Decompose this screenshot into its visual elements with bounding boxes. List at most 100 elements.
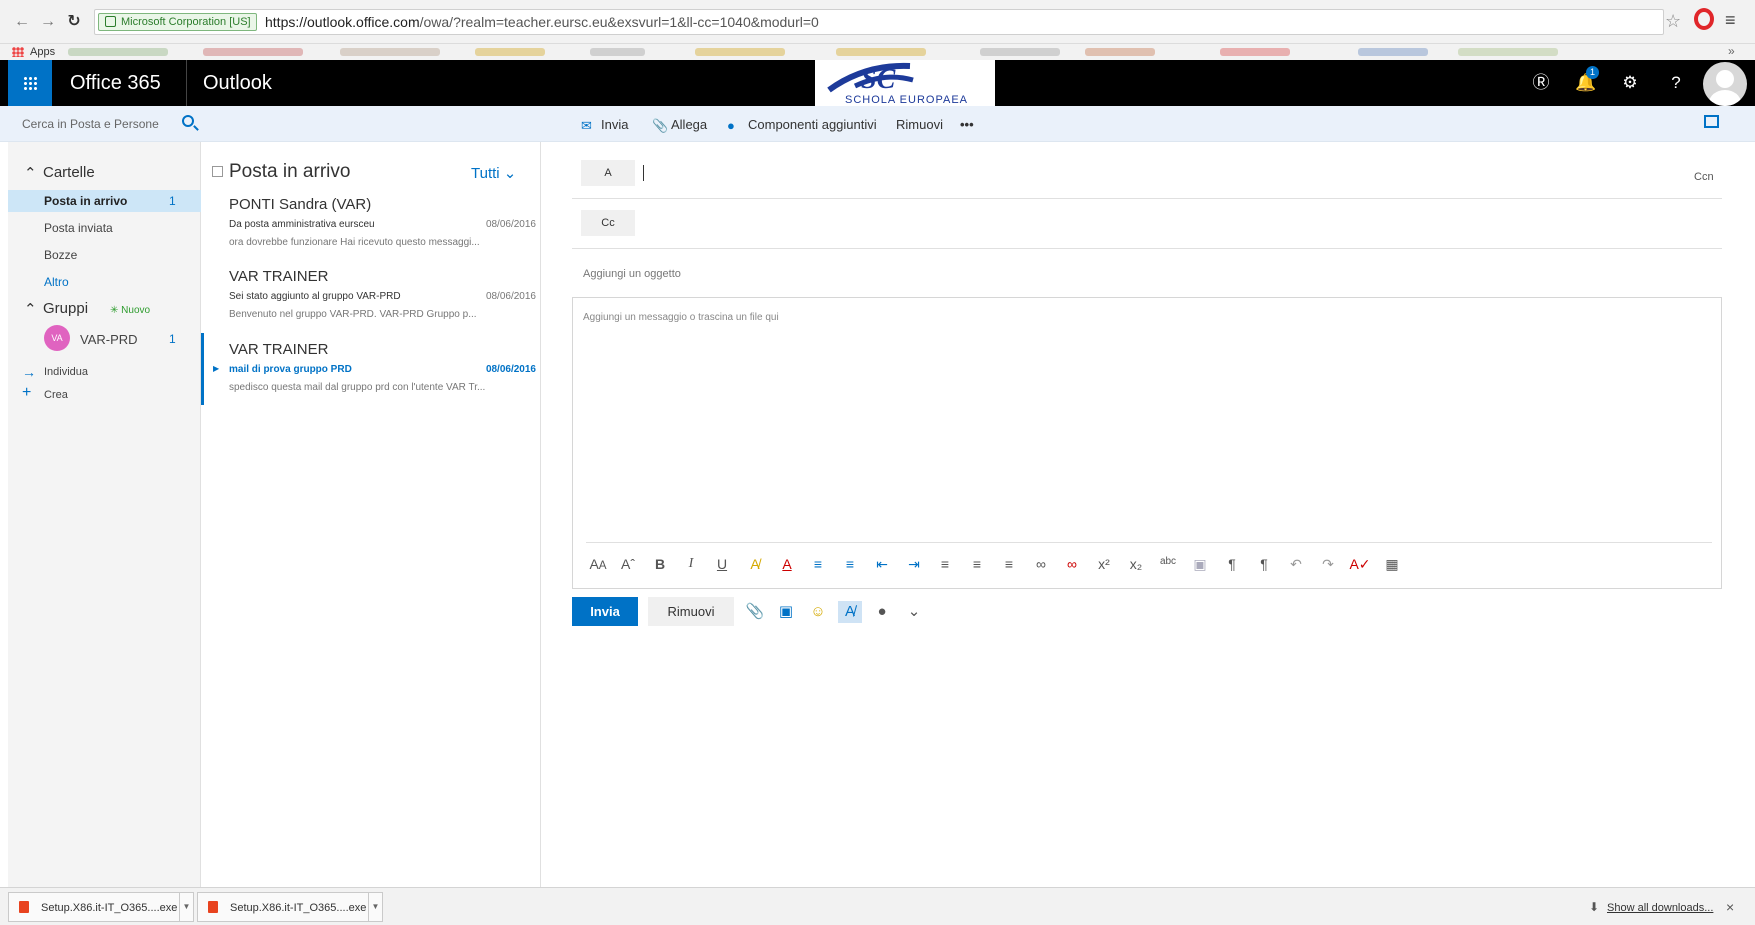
apps-icon[interactable] — [12, 47, 24, 57]
bookmark[interactable] — [340, 48, 440, 56]
ltr-icon[interactable]: ¶ — [1220, 556, 1244, 572]
align-center-icon[interactable]: ≡ — [965, 556, 989, 572]
url-text[interactable]: https://outlook.office.com/owa/?realm=te… — [265, 14, 819, 30]
bookmark[interactable] — [1220, 48, 1290, 56]
bookmark[interactable] — [1358, 48, 1428, 56]
format-toggle-icon[interactable]: A̸ — [838, 601, 862, 623]
align-left-icon[interactable]: ≡ — [933, 556, 957, 572]
reload-icon[interactable]: ↻ — [64, 12, 84, 32]
addins-command[interactable]: Componenti aggiuntivi — [748, 117, 877, 132]
message-sender[interactable]: VAR TRAINER — [229, 341, 328, 358]
italic-icon[interactable]: I — [679, 556, 703, 572]
grow-font-icon[interactable]: Aˆ — [616, 556, 640, 572]
subject-input[interactable]: Aggiungi un oggetto — [583, 268, 681, 280]
opera-icon[interactable] — [1694, 8, 1714, 30]
address-bar[interactable]: Microsoft Corporation [US] https://outlo… — [94, 9, 1664, 35]
folder-label[interactable]: Posta in arrivo — [44, 194, 127, 208]
search-box[interactable]: Cerca in Posta e Persone — [8, 106, 201, 142]
skype-icon[interactable]: Ⓡ — [1527, 70, 1555, 96]
secure-badge[interactable]: Microsoft Corporation [US] — [98, 13, 257, 31]
subscript-icon[interactable]: x₂ — [1124, 556, 1148, 572]
app-launcher-button[interactable] — [8, 60, 52, 106]
menu-icon[interactable]: ≡ — [1725, 10, 1736, 31]
bookmarks-overflow[interactable]: » — [1728, 44, 1735, 58]
message-subject[interactable]: mail di prova gruppo PRD — [229, 364, 352, 375]
link-icon[interactable]: ∞ — [1029, 556, 1053, 572]
highlight-icon[interactable]: A̸ — [743, 556, 767, 572]
chevron-down-icon[interactable]: ▼ — [179, 893, 193, 921]
expand-thread-icon[interactable]: ▶ — [213, 364, 219, 373]
back-icon[interactable]: ← — [12, 12, 32, 32]
send-command[interactable]: Invia — [601, 117, 628, 132]
bookmark[interactable] — [203, 48, 303, 56]
numbering-icon[interactable]: ≡ — [838, 556, 862, 572]
font-size-icon[interactable]: AA — [586, 556, 610, 572]
chevron-up-icon[interactable]: ⌃ — [24, 300, 37, 318]
chevron-down-icon[interactable]: ⌄ — [902, 601, 926, 623]
picture-icon[interactable]: ▣ — [774, 601, 798, 623]
bookmark[interactable] — [980, 48, 1060, 56]
message-body[interactable]: Aggiungi un messaggio o trascina un file… — [572, 297, 1722, 589]
bookmark[interactable] — [695, 48, 785, 56]
chevron-down-icon[interactable]: ▼ — [368, 893, 382, 921]
message-preview[interactable]: ora dovrebbe funzionare Hai ricevuto que… — [229, 237, 480, 248]
redo-icon[interactable]: ↷ — [1316, 556, 1340, 573]
user-avatar[interactable] — [1703, 62, 1747, 106]
discard-button[interactable]: Rimuovi — [648, 597, 734, 626]
close-icon[interactable]: × — [1726, 899, 1734, 915]
to-button[interactable]: A — [581, 160, 635, 186]
message-subject[interactable]: Da posta amministrativa eursceu — [229, 219, 375, 230]
suite-brand[interactable]: Office 365 — [70, 72, 161, 95]
chevron-up-icon[interactable]: ⌃ — [24, 164, 37, 182]
clear-format-icon[interactable]: A✓ — [1348, 556, 1372, 573]
search-input[interactable]: Cerca in Posta e Persone — [22, 117, 159, 131]
insert-image-icon[interactable]: ▣ — [1188, 556, 1212, 573]
bold-icon[interactable]: B — [648, 556, 672, 572]
bookmark[interactable] — [1458, 48, 1558, 56]
discard-command[interactable]: Rimuovi — [896, 117, 943, 132]
folder-item-more[interactable]: Altro — [44, 275, 69, 289]
bookmark[interactable] — [475, 48, 545, 56]
folder-item-sent[interactable]: Posta inviata — [44, 221, 113, 235]
message-subject[interactable]: Sei stato aggiunto al gruppo VAR-PRD — [229, 291, 401, 302]
show-all-downloads-link[interactable]: Show all downloads... — [1607, 902, 1713, 914]
underline-icon[interactable]: U — [710, 556, 734, 572]
cc-button[interactable]: Cc — [581, 210, 635, 236]
select-all-checkbox[interactable] — [212, 166, 223, 177]
new-group-link[interactable]: ✳ Nuovo — [110, 305, 150, 316]
paperclip-icon[interactable]: 📎 — [743, 601, 767, 623]
bullets-icon[interactable]: ≡ — [806, 556, 830, 572]
align-right-icon[interactable]: ≡ — [997, 556, 1021, 572]
rtl-icon[interactable]: ¶ — [1252, 556, 1276, 572]
star-icon[interactable]: ☆ — [1665, 11, 1681, 32]
create-group-link[interactable]: Crea — [44, 389, 68, 401]
apps-bookmark[interactable]: Apps — [30, 46, 55, 58]
bookmark[interactable] — [68, 48, 168, 56]
search-icon[interactable] — [182, 115, 194, 127]
emoji-icon[interactable]: ☺ — [806, 601, 830, 623]
unlink-icon[interactable]: ∞ — [1060, 556, 1084, 572]
discover-groups-link[interactable]: Individua — [44, 366, 88, 378]
attach-command[interactable]: Allega — [671, 117, 707, 132]
app-name[interactable]: Outlook — [203, 72, 272, 95]
groups-heading[interactable]: Gruppi — [43, 300, 88, 317]
bookmark[interactable] — [836, 48, 926, 56]
download-item[interactable]: Setup.X86.it-IT_O365....exe ▼ — [197, 892, 383, 922]
folders-heading[interactable]: Cartelle — [43, 164, 95, 181]
popout-icon[interactable] — [1704, 115, 1719, 128]
bookmark[interactable] — [1085, 48, 1155, 56]
message-preview[interactable]: Benvenuto nel gruppo VAR-PRD. VAR-PRD Gr… — [229, 309, 477, 320]
group-item-var-prd[interactable]: VAR-PRD — [80, 332, 138, 347]
filter-dropdown[interactable]: Tutti ⌄ — [471, 164, 516, 182]
message-preview[interactable]: spedisco questa mail dal gruppo prd con … — [229, 382, 485, 393]
strikethrough-icon[interactable]: abc — [1156, 556, 1180, 567]
download-item[interactable]: Setup.X86.it-IT_O365....exe ▼ — [8, 892, 194, 922]
gear-icon[interactable]: ⚙ — [1616, 70, 1644, 96]
table-icon[interactable]: ▦ — [1380, 556, 1404, 573]
superscript-icon[interactable]: x² — [1092, 556, 1116, 572]
more-commands-icon[interactable]: ••• — [960, 117, 974, 132]
undo-icon[interactable]: ↶ — [1284, 556, 1308, 573]
outdent-icon[interactable]: ⇤ — [870, 556, 894, 573]
bcc-button[interactable]: Ccn — [1694, 171, 1714, 183]
font-color-icon[interactable]: A — [775, 556, 799, 572]
